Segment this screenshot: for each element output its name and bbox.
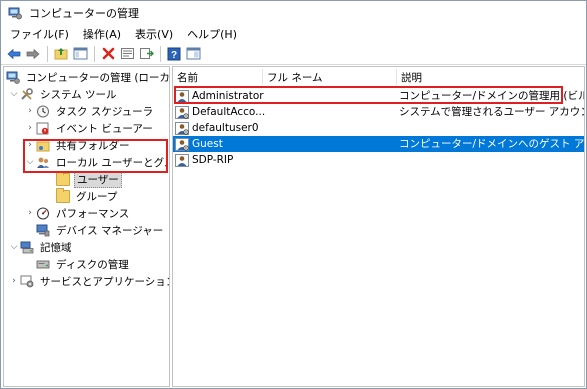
name-cell: Guest — [175, 136, 223, 152]
user-name: DefaultAcco... — [192, 106, 266, 118]
user-disabled-icon — [175, 105, 189, 119]
tree-item-root[interactable]: コンピューターの管理 (ローカル) — [6, 69, 170, 85]
computer-management-window: コンピューターの管理 ファイル(F) 操作(A) 表示(V) ヘルプ(H) ? … — [0, 0, 587, 389]
tools-icon — [20, 87, 34, 101]
console-view-icon[interactable] — [184, 45, 202, 63]
tree-item-disk-management[interactable]: ディスクの管理 — [36, 256, 131, 272]
menu-help[interactable]: ヘルプ(H) — [180, 25, 244, 44]
tree-item-services-apps[interactable]: › サービスとアプリケーション — [8, 273, 170, 289]
chevron-right-icon[interactable]: › — [24, 103, 36, 119]
chevron-down-icon[interactable]: ⌵ — [8, 86, 20, 102]
tree-item-storage[interactable]: ⌵ 記憶域 — [8, 239, 74, 255]
chevron-right-icon[interactable]: › — [8, 273, 20, 289]
annotation-highlight-box — [23, 139, 168, 173]
tree-item-groups[interactable]: グループ — [56, 187, 119, 204]
tree-item-performance[interactable]: › パフォーマンス — [24, 205, 131, 221]
folder-icon — [56, 187, 70, 203]
menu-view[interactable]: 表示(V) — [128, 25, 180, 44]
user-name: Guest — [192, 138, 223, 150]
toolbar-separator — [94, 45, 95, 62]
name-cell: DefaultAcco... — [175, 104, 265, 120]
menu-file[interactable]: ファイル(F) — [1, 25, 76, 44]
tree-label: ディスクの管理 — [56, 258, 129, 271]
list-row[interactable]: DefaultAcco... システムで管理されるユーザー アカウン... — [173, 104, 584, 120]
tree-label: コンピューターの管理 (ローカル) — [26, 71, 170, 84]
user-disabled-icon — [175, 121, 189, 135]
show-tree-icon[interactable] — [71, 45, 89, 63]
list-row-selected[interactable]: Guest コンピューター/ドメインへのゲスト アクセ... — [173, 136, 584, 152]
tree-label: 記憶域 — [40, 241, 72, 254]
tree-label: グループ — [76, 190, 118, 203]
disk-icon — [36, 258, 50, 271]
list-row[interactable]: SDP-RIP — [173, 152, 584, 168]
tree-label: イベント ビューアー — [56, 122, 153, 135]
properties-icon[interactable] — [118, 45, 136, 63]
window-title: コンピューターの管理 — [29, 7, 139, 20]
tree-item-task-scheduler[interactable]: › タスク スケジューラ — [24, 103, 155, 119]
column-header-full-name[interactable]: フル ネーム — [263, 69, 397, 85]
name-cell: defaultuser0 — [175, 120, 259, 136]
clock-icon — [36, 105, 50, 118]
performance-icon — [36, 207, 50, 220]
chevron-down-icon[interactable]: ⌵ — [8, 239, 20, 255]
tree-item-device-manager[interactable]: デバイス マネージャー — [36, 222, 165, 238]
up-folder-icon[interactable] — [52, 45, 70, 63]
user-icon — [175, 153, 189, 167]
user-name: defaultuser0 — [192, 122, 259, 134]
column-header-name[interactable]: 名前 — [173, 69, 263, 85]
svg-text:?: ? — [171, 50, 177, 61]
user-name: SDP-RIP — [192, 154, 234, 166]
description-cell: システムで管理されるユーザー アカウン... — [399, 106, 585, 118]
toolbar-divider — [1, 64, 586, 65]
menu-bar: ファイル(F) 操作(A) 表示(V) ヘルプ(H) — [1, 25, 586, 44]
tree-label: デバイス マネージャー — [56, 224, 164, 237]
console-tree-pane[interactable]: コンピューターの管理 (ローカル) ⌵ システム ツール › タスク スケジュー… — [3, 66, 170, 387]
computer-management-icon — [6, 71, 20, 84]
forward-arrow-icon[interactable] — [24, 45, 42, 63]
title-bar: コンピューターの管理 — [1, 1, 586, 25]
user-list-pane[interactable]: 名前 フル ネーム 説明 Administrator コンピューター/ドメインの… — [172, 66, 585, 387]
tree-item-event-viewer[interactable]: › イベント ビューアー — [24, 120, 155, 136]
toolbar: ? — [1, 44, 586, 63]
storage-icon — [20, 241, 34, 254]
services-icon — [20, 275, 34, 288]
device-manager-icon — [36, 224, 50, 237]
annotation-highlight-box — [174, 86, 563, 104]
export-list-icon[interactable] — [137, 45, 155, 63]
back-arrow-icon[interactable] — [5, 45, 23, 63]
column-header-description[interactable]: 説明 — [397, 69, 584, 85]
tree-item-users[interactable]: ユーザー — [56, 170, 122, 188]
menu-action[interactable]: 操作(A) — [76, 25, 128, 44]
tree-label: ユーザー — [74, 170, 122, 188]
delete-icon[interactable] — [99, 45, 117, 63]
folder-icon — [56, 170, 70, 186]
toolbar-separator — [160, 45, 161, 62]
user-disabled-icon — [175, 137, 189, 151]
tree-label: タスク スケジューラ — [56, 105, 154, 118]
event-viewer-icon — [36, 122, 50, 135]
tree-item-system-tools[interactable]: ⌵ システム ツール — [8, 86, 119, 102]
list-row[interactable]: defaultuser0 — [173, 120, 584, 136]
description-cell: コンピューター/ドメインへのゲスト アクセ... — [399, 138, 584, 150]
chevron-right-icon[interactable]: › — [24, 205, 36, 221]
name-cell: SDP-RIP — [175, 152, 233, 168]
chevron-right-icon[interactable]: › — [24, 120, 36, 136]
tree-label: システム ツール — [40, 88, 117, 101]
toolbar-separator — [47, 45, 48, 62]
tree-label: パフォーマンス — [56, 207, 130, 220]
help-icon[interactable]: ? — [165, 45, 183, 63]
tree-label: サービスとアプリケーション — [40, 275, 170, 288]
computer-management-icon — [8, 6, 22, 20]
